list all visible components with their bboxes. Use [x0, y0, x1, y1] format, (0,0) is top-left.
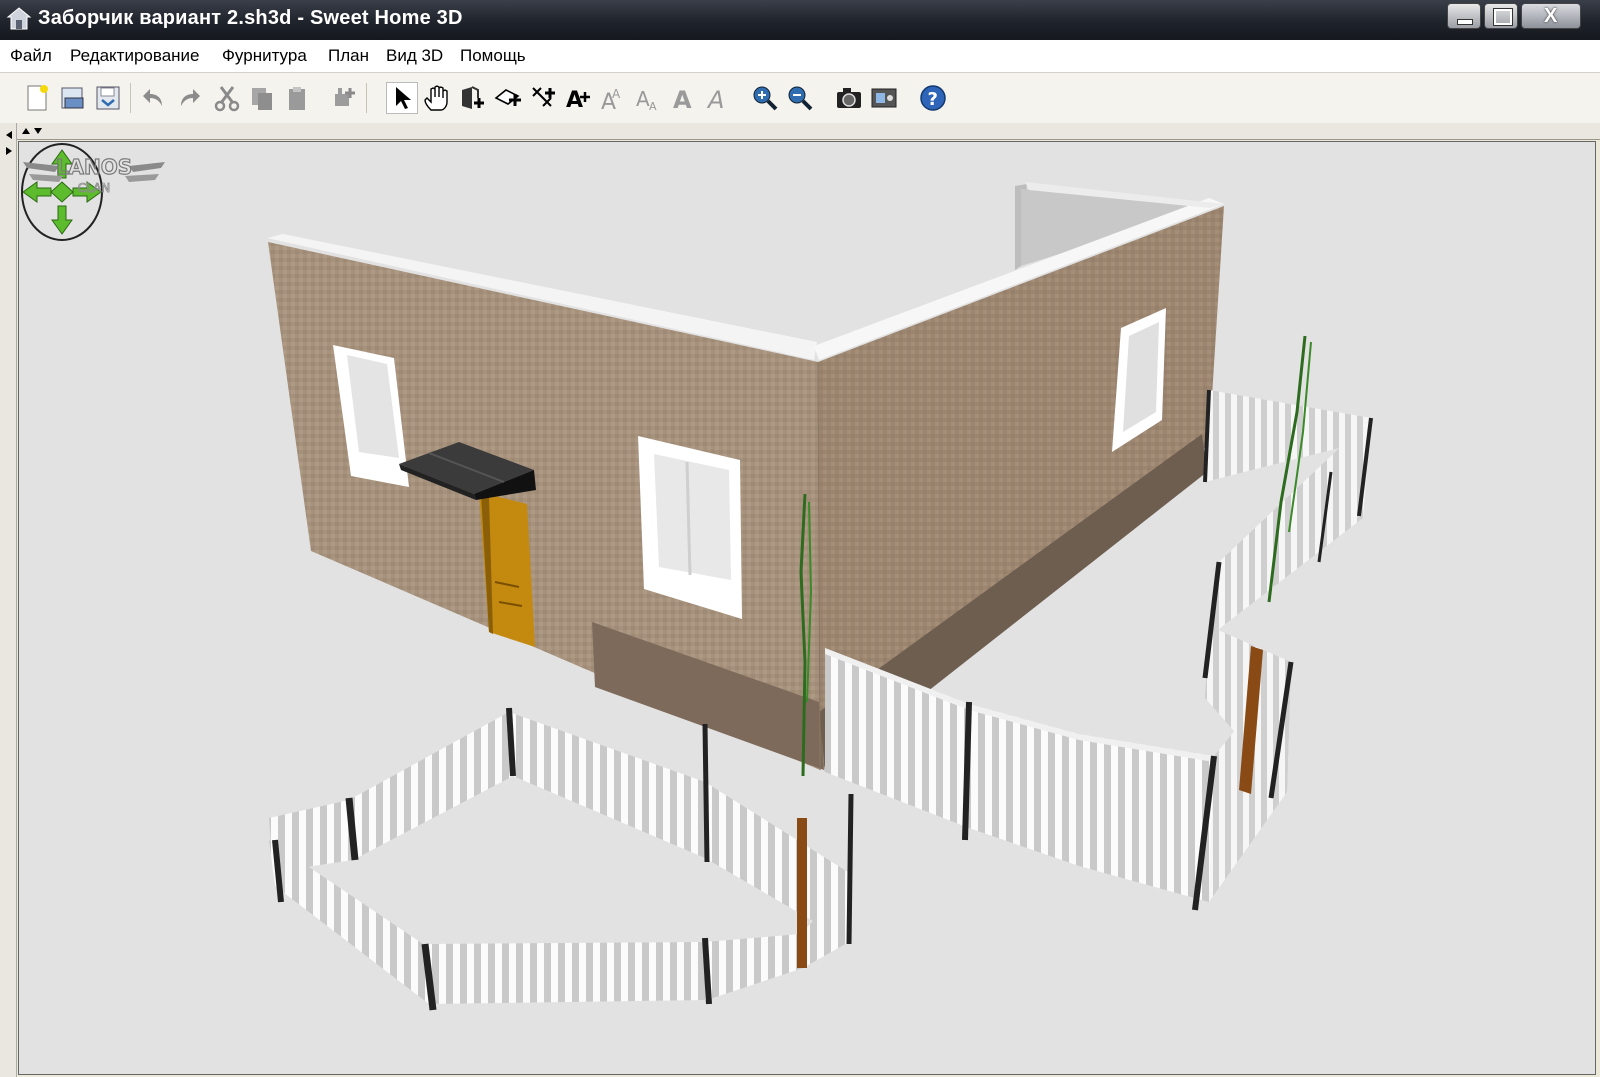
menu-bar: Файл Редактирование Фурнитура План Вид 3…	[0, 40, 1600, 73]
create-video-button[interactable]	[868, 82, 900, 114]
paste-button[interactable]	[281, 82, 313, 114]
house[interactable]	[267, 182, 1224, 772]
window-front[interactable]	[638, 436, 742, 619]
window-title: Заборчик вариант 2.sh3d - Sweet Home 3D	[38, 7, 463, 29]
splitter-bar[interactable]	[0, 123, 1600, 140]
close-icon: X	[1544, 5, 1558, 27]
menu-3d-view[interactable]: Вид 3D	[386, 46, 443, 66]
select-pointer-icon	[396, 87, 411, 109]
decrease-text-button[interactable]: AA	[633, 82, 665, 114]
cut-button[interactable]	[211, 82, 243, 114]
help-icon: ?	[920, 85, 946, 111]
add-furniture-button[interactable]	[328, 82, 360, 114]
new-file-icon	[27, 85, 48, 111]
restore-icon	[1494, 9, 1512, 25]
create-walls-button[interactable]	[457, 82, 489, 114]
bold-text-button[interactable]: A	[668, 82, 700, 114]
italic-text-icon: A	[706, 86, 724, 112]
help-button[interactable]: ?	[917, 82, 949, 114]
svg-text:A: A	[673, 86, 692, 112]
toolbar: A AA AA A A ?	[0, 73, 1600, 124]
create-walls-icon	[462, 86, 484, 109]
create-rooms-icon	[494, 89, 521, 106]
menu-edit[interactable]: Редактирование	[70, 46, 200, 66]
redo-icon	[181, 89, 200, 106]
new-button[interactable]	[21, 82, 53, 114]
open-icon	[61, 87, 84, 109]
increase-text-button[interactable]: AA	[598, 82, 630, 114]
watermark-logo: LANOS CLAN	[23, 154, 165, 195]
create-rooms-button[interactable]	[492, 82, 524, 114]
pan-button[interactable]	[421, 82, 453, 114]
3d-view[interactable]: LANOS CLAN	[18, 141, 1596, 1075]
select-button[interactable]	[386, 82, 418, 114]
expand-left-icon[interactable]	[2, 125, 16, 165]
pan-hand-icon	[424, 85, 448, 111]
bold-text-icon: A	[673, 86, 692, 112]
svg-text:CLAN: CLAN	[78, 181, 111, 195]
video-icon	[871, 88, 897, 108]
collapse-arrows-icon[interactable]	[20, 124, 60, 138]
undo-icon	[143, 89, 162, 106]
menu-help[interactable]: Помощь	[460, 46, 526, 66]
decrease-text-icon: AA	[636, 87, 657, 112]
toolbar-separator	[130, 83, 131, 113]
minimize-icon	[1457, 19, 1473, 25]
svg-text:A: A	[649, 100, 657, 112]
increase-text-icon: AA	[601, 87, 621, 112]
paste-icon	[289, 87, 305, 110]
title-bar: Заборчик вариант 2.sh3d - Sweet Home 3D …	[0, 0, 1600, 40]
svg-text:A: A	[566, 88, 583, 112]
zoom-out-button[interactable]	[784, 82, 816, 114]
photo-camera-icon	[837, 88, 861, 108]
zoom-in-icon	[753, 86, 778, 111]
svg-text:?: ?	[928, 89, 938, 110]
svg-text:LANOS: LANOS	[56, 155, 132, 179]
copy-icon	[252, 88, 272, 110]
menu-plan[interactable]: План	[328, 46, 369, 66]
svg-text:A: A	[612, 87, 621, 101]
3d-scene[interactable]	[19, 142, 1596, 1075]
italic-text-button[interactable]: A	[703, 82, 735, 114]
menu-file[interactable]: Файл	[10, 46, 52, 66]
zoom-out-icon	[788, 86, 813, 111]
open-button[interactable]	[57, 82, 89, 114]
add-text-button[interactable]: A	[562, 82, 594, 114]
menu-furniture[interactable]: Фурнитура	[222, 46, 307, 66]
create-dimensions-icon	[532, 87, 555, 107]
zoom-in-button[interactable]	[749, 82, 781, 114]
sweet-home-3d-window: Заборчик вариант 2.sh3d - Sweet Home 3D …	[0, 0, 1600, 1077]
save-button[interactable]	[92, 82, 124, 114]
fence-front[interactable]	[269, 707, 854, 1011]
add-furniture-icon	[335, 88, 355, 106]
svg-text:A: A	[636, 87, 650, 111]
close-button[interactable]: X	[1521, 3, 1581, 29]
copy-button[interactable]	[246, 82, 278, 114]
create-photo-button[interactable]	[833, 82, 865, 114]
minimize-button[interactable]	[1447, 3, 1481, 29]
restore-button[interactable]	[1484, 3, 1518, 29]
svg-text:A: A	[706, 86, 724, 112]
left-splitter[interactable]	[0, 123, 17, 1077]
toolbar-separator	[366, 83, 367, 113]
undo-button[interactable]	[138, 82, 170, 114]
sweet-home-app-icon	[6, 7, 32, 30]
add-text-icon: A	[566, 88, 590, 112]
create-dimensions-button[interactable]	[527, 82, 559, 114]
save-icon	[96, 86, 120, 110]
cut-icon	[214, 86, 240, 112]
redo-button[interactable]	[173, 82, 205, 114]
